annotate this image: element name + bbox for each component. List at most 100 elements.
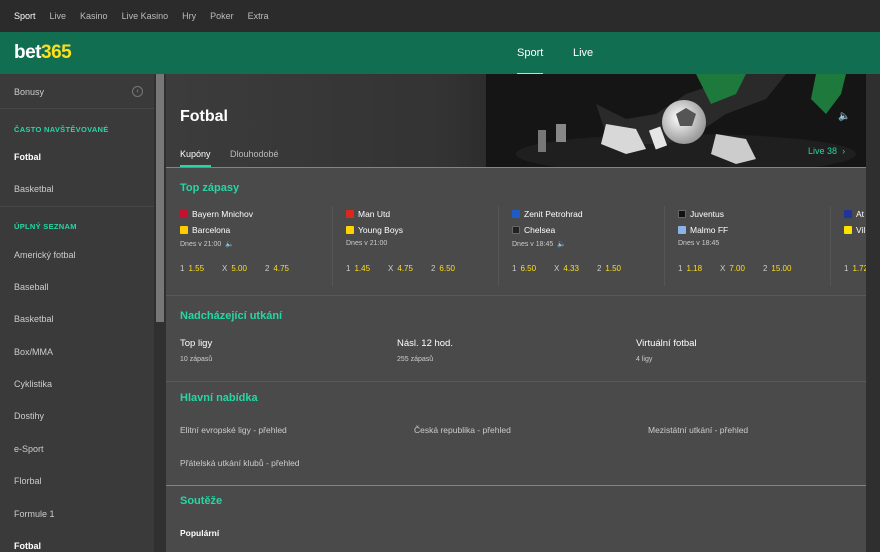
topnav-poker[interactable]: Poker (210, 11, 234, 21)
match-card[interactable]: Zenit Petrohrad Chelsea Dnes v 18:45 🔈 16… (498, 206, 648, 286)
match-card[interactable]: Bayern Mnichov Barcelona Dnes v 21:00 🔈 1… (166, 206, 316, 286)
sidebar-item-fotbal[interactable]: Fotbal (14, 152, 41, 162)
sidebar-item-basketbal-full[interactable]: Basketbal (14, 314, 54, 324)
sidebar-heading-frequent: ČASTO NAVŠTĚVOVANÉ (14, 125, 109, 134)
sidebar-heading-full: ÚPLNÝ SEZNAM (14, 222, 77, 231)
sidebar-item-bonusy[interactable]: Bonusy (14, 87, 44, 97)
home-team: Man Utd (346, 209, 390, 219)
odds-away[interactable]: 4.75 (273, 264, 289, 273)
link-club-friendlies[interactable]: Přátelská utkání klubů - přehled (180, 458, 300, 468)
link-international[interactable]: Mezistátní utkání - přehled (648, 425, 748, 435)
sidebar-scrollbar[interactable] (154, 74, 166, 552)
home-team: At (844, 209, 864, 219)
logo[interactable]: bet365 (14, 42, 72, 64)
home-team: Zenit Petrohrad (512, 209, 583, 219)
match-odds: 1 1.72 (844, 264, 866, 273)
logo-main: bet (14, 42, 42, 63)
sidebar-item-esport[interactable]: e-Sport (14, 444, 44, 454)
odds-away[interactable]: 1.50 (605, 264, 621, 273)
away-team: Chelsea (512, 225, 555, 235)
header-nav-live[interactable]: Live (573, 47, 593, 59)
arrow-left-icon[interactable]: ‹ (132, 86, 143, 97)
upcoming-top-ligy-count: 10 zápasů (180, 356, 213, 363)
odds-home[interactable]: 1.55 (188, 264, 204, 273)
sidebar-divider (0, 108, 154, 109)
link-elite-leagues[interactable]: Elitní evropské ligy - přehled (180, 425, 287, 435)
sidebar-item-baseball[interactable]: Baseball (14, 282, 49, 292)
sidebar-divider (0, 206, 154, 207)
speaker-icon[interactable]: 🔈 (838, 111, 850, 122)
odds-draw[interactable]: 5.00 (231, 264, 247, 273)
home-team: Bayern Mnichov (180, 209, 253, 219)
home-team: Juventus (678, 209, 724, 219)
sidebar-item-basketbal[interactable]: Basketbal (14, 184, 54, 194)
section-title-top-matches: Top zápasy (180, 182, 240, 194)
odds-draw[interactable]: 4.75 (397, 264, 413, 273)
match-card[interactable]: Man Utd Young Boys Dnes v 21:00 1 1.45 X 4.… (332, 206, 482, 286)
hero-divider (166, 167, 866, 168)
odds-home[interactable]: 1.72 (852, 264, 866, 273)
odds-home[interactable]: 6.50 (520, 264, 536, 273)
section-divider (166, 485, 866, 486)
odds-away[interactable]: 15.00 (771, 264, 791, 273)
section-title-upcoming: Nadcházející utkání (180, 310, 283, 322)
odds-draw[interactable]: 4.33 (563, 264, 579, 273)
match-card[interactable]: Juventus Malmo FF Dnes v 18:45 1 1.18 X 7.0… (664, 206, 814, 286)
match-time: Dnes v 18:45 (678, 240, 720, 247)
shirt-icon (346, 210, 354, 218)
link-czech-republic[interactable]: Česká republika - přehled (414, 425, 511, 435)
sidebar-item-dostihy[interactable]: Dostihy (14, 411, 44, 421)
odds-home[interactable]: 1.45 (354, 264, 370, 273)
live-label: Live (808, 146, 825, 156)
sidebar-item-box-mma[interactable]: Box/MMA (14, 347, 53, 357)
sidebar-item-formule-1[interactable]: Formule 1 (14, 509, 55, 519)
odds-away[interactable]: 6.50 (439, 264, 455, 273)
topnav-sport[interactable]: Sport (14, 11, 36, 21)
main-scrollbar[interactable] (866, 74, 880, 552)
odds-home[interactable]: 1.18 (686, 264, 702, 273)
sidebar-item-cyklistika[interactable]: Cyklistika (14, 379, 52, 389)
chevron-right-icon: › (839, 146, 846, 156)
topnav-live[interactable]: Live (50, 11, 67, 21)
sidebar-item-florbal[interactable]: Florbal (14, 476, 42, 486)
section-divider (166, 381, 866, 382)
shirt-icon (346, 226, 354, 234)
topnav-live-kasino[interactable]: Live Kasino (122, 11, 169, 21)
shirt-icon (512, 210, 520, 218)
match-odds: 1 1.18 X 7.00 2 15.00 (678, 264, 792, 273)
top-nav: Sport Live Kasino Live Kasino Hry Poker … (0, 0, 880, 32)
sidebar-item-fotbal-full[interactable]: Fotbal (14, 541, 41, 551)
topnav-extra[interactable]: Extra (248, 11, 269, 21)
sidebar-item-americky-fotbal[interactable]: Americký fotbal (14, 250, 76, 260)
shirt-icon (678, 210, 686, 218)
hero-banner: Fotbal Kupóny Dlouhodobé Live 38 › 🔈 (166, 74, 866, 168)
shirt-icon (844, 226, 852, 234)
sidebar-scrollbar-thumb[interactable] (156, 74, 164, 322)
match-time: Dnes v 21:00 (346, 240, 388, 247)
logo-accent: 365 (41, 42, 72, 63)
odds-draw[interactable]: 7.00 (729, 264, 745, 273)
upcoming-top-ligy[interactable]: Top ligy (180, 338, 212, 349)
shirt-icon (678, 226, 686, 234)
main-content: Fotbal Kupóny Dlouhodobé Live 38 › 🔈 Top… (166, 74, 866, 552)
upcoming-next-12h[interactable]: Násl. 12 hod. (397, 338, 453, 349)
popular-label: Populární (180, 528, 220, 538)
upcoming-virtual[interactable]: Virtuální fotbal (636, 338, 697, 349)
match-time: Dnes v 18:45 🔈 (512, 241, 566, 248)
section-title-competitions: Soutěže (180, 495, 223, 507)
match-card[interactable]: At Vil 1 1.72 (830, 206, 866, 286)
tab-kupony[interactable]: Kupóny (180, 149, 211, 167)
live-link[interactable]: Live 38 › (808, 146, 845, 156)
tab-dlouhodobe[interactable]: Dlouhodobé (230, 149, 279, 159)
topnav-hry[interactable]: Hry (182, 11, 196, 21)
live-count: 38 (827, 146, 838, 156)
header-nav-sport[interactable]: Sport (517, 47, 544, 76)
topnav-kasino[interactable]: Kasino (80, 11, 108, 21)
site-header: bet365 Sport Live (0, 32, 880, 76)
section-divider (166, 295, 866, 296)
shirt-icon (180, 210, 188, 218)
match-odds: 1 1.55 X 5.00 2 4.75 (180, 264, 289, 273)
away-team: Barcelona (180, 225, 230, 235)
away-team: Young Boys (346, 225, 403, 235)
page-title: Fotbal (180, 108, 228, 125)
